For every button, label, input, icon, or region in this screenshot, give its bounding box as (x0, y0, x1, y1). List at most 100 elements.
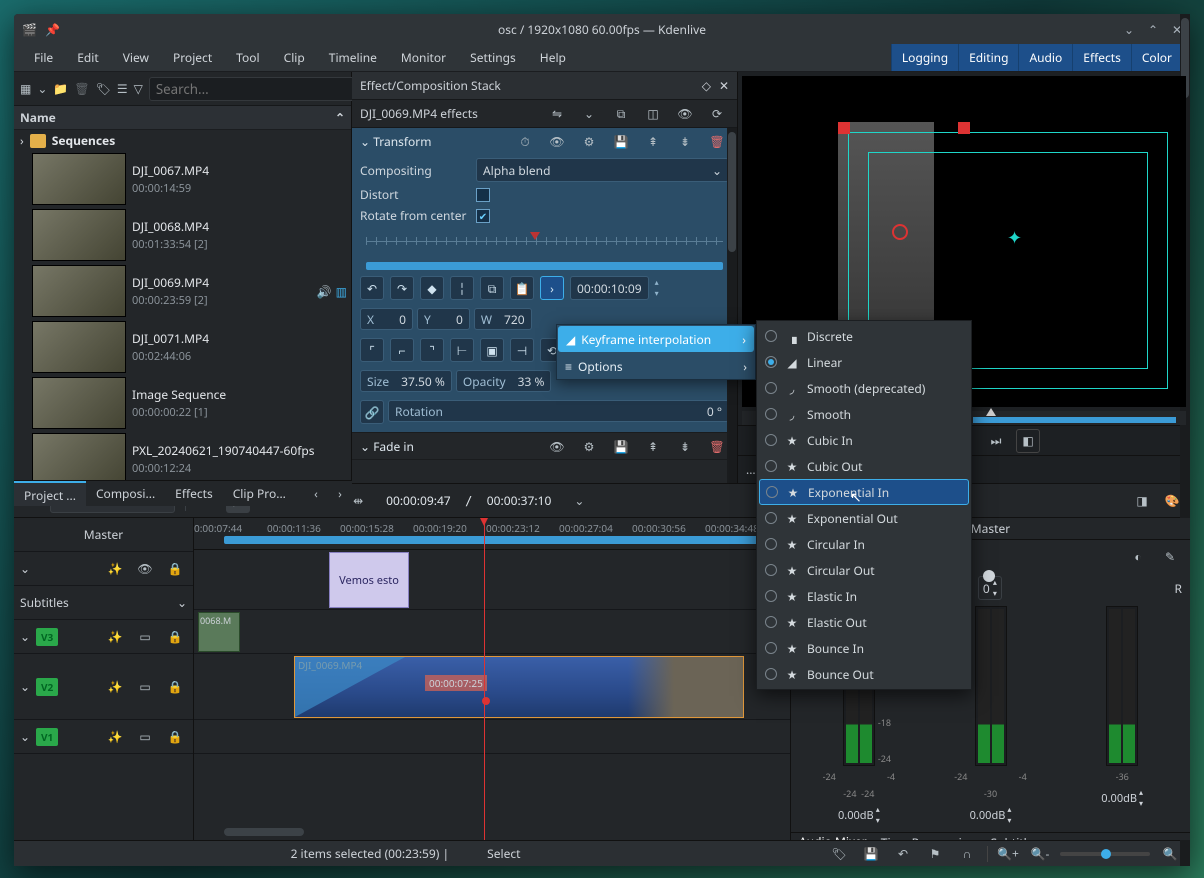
h-scrollbar[interactable] (224, 828, 304, 836)
interp-elastic-out[interactable]: ★ Elastic Out (759, 609, 969, 635)
menu-project[interactable]: Project (161, 49, 224, 66)
kf-prev-icon[interactable]: ↶ (360, 276, 384, 300)
folder-sequences[interactable]: › Sequences (14, 130, 351, 151)
align-tl-icon[interactable]: ⌜ (360, 338, 384, 362)
delete-effect-icon[interactable]: 🗑 (705, 434, 729, 458)
kf-copy-icon[interactable]: ⧉ (480, 276, 504, 300)
interp-cubic-in[interactable]: ★ Cubic In (759, 427, 969, 453)
clip-item[interactable]: Image Sequence 00:00:00:22 [1] (14, 375, 351, 431)
close-panel-icon[interactable]: ✕ (719, 77, 729, 94)
minimize-button[interactable]: ⌄ (1122, 22, 1136, 36)
timeline-timecode[interactable]: 00:00:09:47 / 00:00:37:10 (376, 492, 561, 509)
subtitle-clip[interactable]: Vemos esto (329, 552, 409, 608)
clip-item[interactable]: PXL_20240621_190740447-60fps 00:00:12:24 (14, 431, 351, 483)
align-mc-icon[interactable]: ▣ (480, 338, 504, 362)
sort-icon[interactable]: ⌃ (335, 109, 345, 126)
tab-timeremap[interactable]: Time Remapping (881, 834, 977, 840)
copy-icon[interactable]: ⧉ (609, 102, 633, 126)
marker[interactable]: 00:00:07:25 (425, 675, 487, 691)
w-field[interactable]: W720 (474, 308, 532, 330)
crop-icon[interactable]: ◧ (1016, 429, 1040, 453)
tab-clipprops[interactable]: Clip Pro... (223, 481, 296, 506)
interp-discrete[interactable]: ▗ Discrete (759, 323, 969, 349)
kf-next-icon[interactable]: ↷ (390, 276, 414, 300)
interp-exponential-out[interactable]: ★ Exponential Out (759, 505, 969, 531)
interp-elastic-in[interactable]: ★ Elastic In (759, 583, 969, 609)
align-mr-icon[interactable]: ⊣ (510, 338, 534, 362)
tag-icon[interactable]: 🏷 (96, 77, 111, 101)
y-field[interactable]: Y0 (417, 308, 470, 330)
handle-icon[interactable] (892, 224, 908, 240)
keyframe-icon[interactable]: ⏱ (513, 129, 537, 153)
rotate-center-checkbox[interactable] (476, 209, 490, 223)
align-tr-icon[interactable]: ⌝ (420, 338, 444, 362)
compare-icon[interactable]: ◫ (641, 102, 665, 126)
fx-icon[interactable]: ✨ (103, 625, 127, 649)
interp-circular-in[interactable]: ★ Circular In (759, 531, 969, 557)
movedown-icon[interactable]: ⇟ (673, 129, 697, 153)
chevron-icon[interactable]: ⌄ (20, 728, 30, 745)
menu-clip[interactable]: Clip (272, 49, 317, 66)
movedown-icon[interactable]: ⇟ (673, 434, 697, 458)
effect-timecode[interactable]: 00:00:10:09 (570, 276, 649, 300)
menu-options[interactable]: ≡ Options› (557, 353, 755, 379)
track-head-v2[interactable]: ⌄ V2 ✨ ▭ 🔒 (14, 654, 193, 720)
keyframe-ruler[interactable] (360, 232, 729, 256)
kf-add-icon[interactable]: ◆ (420, 276, 444, 300)
interp-smooth-deprecated-[interactable]: ◞ Smooth (deprecated) (759, 375, 969, 401)
adjust-icon[interactable]: ⚙ (577, 434, 601, 458)
mute-icon[interactable]: ▭ (133, 725, 157, 749)
interp-smooth[interactable]: ◞ Smooth (759, 401, 969, 427)
snap-icon[interactable]: ∩ (955, 842, 979, 866)
fx-icon[interactable]: ✨ (103, 557, 127, 581)
search-input[interactable] (149, 77, 361, 101)
interp-bounce-out[interactable]: ★ Bounce Out (759, 661, 969, 687)
fx-icon[interactable]: ✨ (103, 725, 127, 749)
menu-settings[interactable]: Settings (458, 49, 528, 66)
menu-edit[interactable]: Edit (65, 49, 110, 66)
opacity-field[interactable]: Opacity33 % (456, 370, 552, 392)
pin-icon[interactable]: 📌 (45, 21, 60, 38)
workspace-color[interactable]: Color (1131, 44, 1182, 71)
tab-prev-icon[interactable]: ‹ (304, 481, 328, 505)
clip-item[interactable]: DJI_0067.MP4 00:00:14:59 (14, 151, 351, 207)
delete-icon[interactable]: 🗑 (74, 77, 89, 101)
menu-help[interactable]: Help (528, 49, 578, 66)
tab-next-icon[interactable]: › (328, 481, 352, 505)
clip-item[interactable]: DJI_0068.MP4 00:01:33:54 [2] (14, 207, 351, 263)
collapse-icon[interactable]: ⌄ (360, 133, 370, 150)
interp-bounce-in[interactable]: ★ Bounce In (759, 635, 969, 661)
db-input-1[interactable]: 0.00dB▴▾ (838, 804, 880, 826)
tab-subtitles[interactable]: Subtitles (990, 834, 1039, 840)
timeline-playhead[interactable] (484, 518, 485, 840)
menu-file[interactable]: File (22, 49, 65, 66)
clip-item[interactable]: DJI_0069.MP4 00:00:23:59 [2]🔊▥ (14, 263, 351, 319)
tab-audiomixer[interactable]: Audio Mixer (799, 833, 867, 840)
moveup-icon[interactable]: ⇞ (641, 129, 665, 153)
track-tag[interactable]: V3 (36, 628, 58, 646)
collapse-icon[interactable]: ⌄ (360, 438, 370, 455)
lock-icon[interactable]: 🔒 (163, 625, 187, 649)
delete-effect-icon[interactable]: 🗑 (705, 129, 729, 153)
compositing-select[interactable]: Alpha blend⌄ (476, 158, 729, 182)
x-field[interactable]: X0 (360, 308, 413, 330)
clip-0069[interactable]: DJI_0069.MP4 00:00:07:25 Push Dow (294, 656, 744, 718)
tc-stepper[interactable]: ▴▾ (655, 277, 659, 299)
tc-dropdown-icon[interactable]: ⌄ (567, 489, 591, 513)
split-icon[interactable]: ⇋ (545, 102, 569, 126)
mon-fx-icon[interactable]: ✎ (1158, 544, 1182, 568)
clip-item[interactable]: DJI_0071.MP4 00:02:44:06 (14, 319, 351, 375)
subtitles-track-head[interactable]: Subtitles⌄ (14, 586, 193, 620)
track-collapse[interactable]: ⌄ ✨ 👁 🔒 (14, 552, 193, 586)
align-ml-icon[interactable]: ⊢ (450, 338, 474, 362)
menu-timeline[interactable]: Timeline (317, 49, 389, 66)
clip-0068[interactable]: 0068.M (198, 612, 240, 652)
lock-icon[interactable]: 🔒 (163, 675, 187, 699)
favorite-icon[interactable]: ◨ (1130, 489, 1154, 513)
workspace-editing[interactable]: Editing (958, 44, 1018, 71)
list-icon[interactable]: ☰ (117, 77, 128, 101)
chevron-down-icon[interactable]: ⌄ (577, 102, 601, 126)
filter-icon[interactable]: ▽ (134, 77, 143, 101)
track-head-v3[interactable]: ⌄ V3 ✨ ▭ 🔒 (14, 620, 193, 654)
fx-icon[interactable]: ✨ (103, 675, 127, 699)
